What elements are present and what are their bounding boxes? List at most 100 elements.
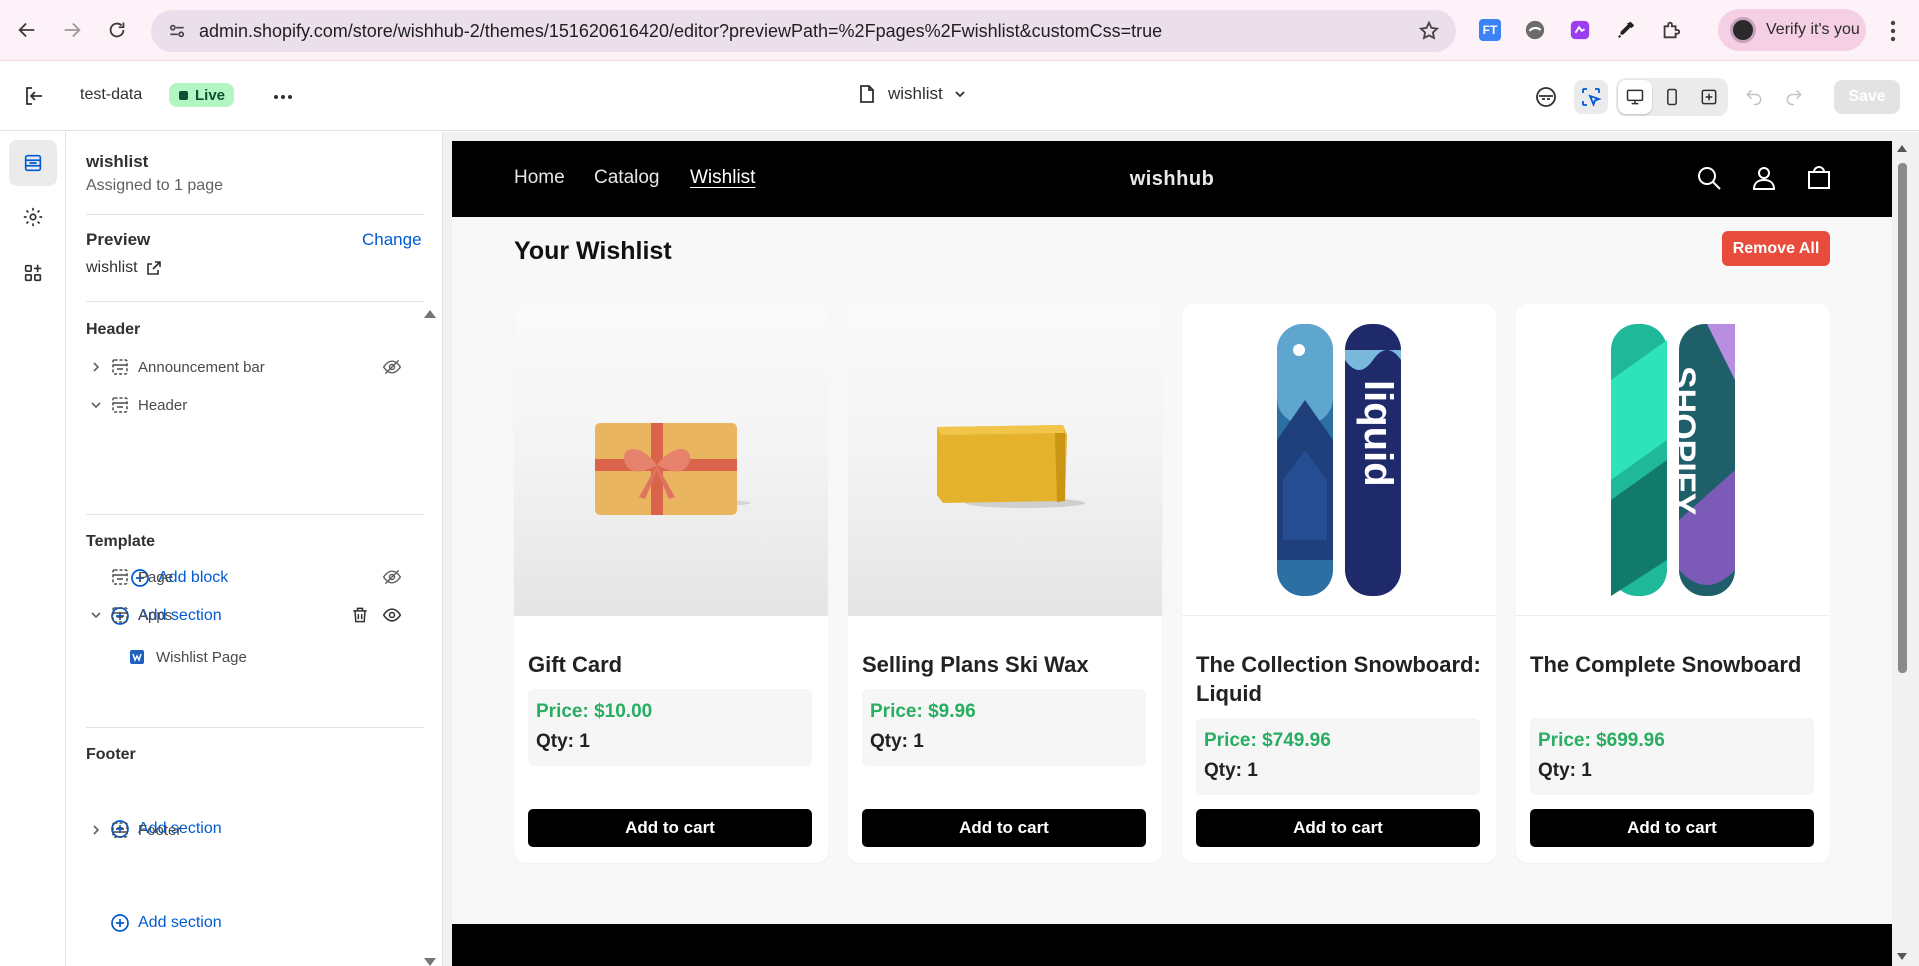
section-label: Announcement bar (138, 358, 265, 376)
editor-topbar: test-data Live wishlist Save (0, 62, 1919, 131)
sensei-icon[interactable] (1529, 80, 1563, 114)
address-bar[interactable]: admin.shopify.com/store/wishhub-2/themes… (151, 10, 1456, 52)
cart-icon[interactable] (1804, 163, 1834, 193)
section-icon (110, 605, 130, 625)
search-icon[interactable] (1694, 163, 1724, 193)
page-icon (860, 85, 874, 103)
price-box: Price: $9.96 Qty: 1 (862, 689, 1146, 766)
account-icon[interactable] (1749, 163, 1779, 193)
section-footer[interactable]: Footer (86, 815, 424, 845)
add-to-cart-button[interactable]: Add to cart (862, 809, 1146, 847)
app-embeds-icon[interactable] (9, 250, 57, 296)
trash-icon[interactable] (350, 605, 370, 625)
url-text[interactable]: admin.shopify.com/store/wishhub-2/themes… (199, 21, 1162, 42)
product-image[interactable]: liquid (1182, 304, 1496, 616)
exit-editor-icon[interactable] (22, 84, 48, 110)
inspector-icon[interactable] (1574, 80, 1608, 114)
add-section-button[interactable]: Add section (110, 913, 222, 933)
product-image[interactable]: SHOPIFY (1516, 304, 1830, 616)
remove-all-button[interactable]: Remove All (1722, 231, 1830, 266)
price-box: Price: $749.96 Qty: 1 (1196, 718, 1480, 795)
hidden-eye-icon[interactable] (382, 357, 402, 377)
profile-verify-label: Verify it's you (1766, 21, 1860, 38)
theme-settings-gear-icon[interactable] (9, 194, 57, 240)
mobile-view-icon[interactable] (1655, 80, 1689, 114)
undo-icon[interactable] (1737, 80, 1771, 114)
redo-icon[interactable] (1777, 80, 1811, 114)
divider (86, 514, 424, 515)
theme-preview: Home Catalog Wishlist wishhub Your Wishl… (443, 132, 1919, 966)
sidebar-scroll-up[interactable] (424, 310, 436, 318)
browser-menu-icon[interactable] (1882, 17, 1904, 45)
forward-arrow-icon[interactable] (58, 16, 86, 44)
divider (86, 214, 424, 215)
section-header[interactable]: Header (86, 390, 424, 420)
scroll-down-arrow[interactable] (1897, 953, 1907, 960)
sidebar-scroll-down[interactable] (424, 958, 436, 966)
product-price: Price: $9.96 (870, 701, 976, 722)
store-footer (452, 924, 1892, 966)
product-name[interactable]: The Complete Snowboard (1530, 650, 1820, 679)
wishlist-card: Selling Plans Ski Wax Price: $9.96 Qty: … (848, 304, 1162, 863)
template-picker[interactable]: wishlist (858, 84, 967, 104)
section-announcement-bar[interactable]: Announcement bar (86, 352, 424, 382)
site-info-icon[interactable] (165, 19, 189, 43)
circle-extension-icon[interactable] (1522, 17, 1548, 43)
product-name[interactable]: Selling Plans Ski Wax (862, 650, 1152, 679)
section-label: Footer (138, 821, 182, 839)
scroll-up-arrow[interactable] (1897, 145, 1907, 152)
section-apps[interactable]: Apps (86, 600, 424, 630)
store-logo[interactable]: wishhub (452, 168, 1892, 191)
chevron-down-icon[interactable] (86, 605, 106, 625)
product-price: Price: $10.00 (536, 701, 653, 722)
reload-icon[interactable] (103, 16, 131, 44)
preview-scrollbar[interactable] (1894, 141, 1910, 966)
more-actions-icon[interactable] (270, 84, 296, 110)
save-button[interactable]: Save (1834, 80, 1900, 114)
chevron-down-icon (955, 91, 965, 98)
assigned-pages: Assigned to 1 page (86, 177, 223, 194)
wishlist-card: liquid The Collection Snowboard: Liquid … (1182, 304, 1496, 863)
purple-extension-icon[interactable] (1567, 17, 1593, 43)
product-image[interactable] (848, 304, 1162, 616)
section-page[interactable]: Page (86, 562, 424, 592)
section-icon (110, 395, 130, 415)
change-preview-link[interactable]: Change (362, 230, 422, 250)
product-name[interactable]: The Collection Snowboard: Liquid (1196, 650, 1486, 708)
divider (86, 301, 424, 302)
add-to-cart-button[interactable]: Add to cart (528, 809, 812, 847)
sections-icon[interactable] (9, 140, 57, 186)
storefront-preview[interactable]: Home Catalog Wishlist wishhub Your Wishl… (452, 141, 1892, 966)
board-lettering: SHOPIFY (1664, 366, 1702, 516)
preview-page-link[interactable]: wishlist (86, 259, 162, 277)
price-box: Price: $10.00 Qty: 1 (528, 689, 812, 766)
hidden-eye-icon[interactable] (382, 567, 402, 587)
add-section-label: Add section (138, 914, 222, 931)
add-to-cart-button[interactable]: Add to cart (1196, 809, 1480, 847)
scrollbar-thumb[interactable] (1898, 163, 1907, 673)
product-qty: Qty: 1 (870, 731, 924, 752)
product-name[interactable]: Gift Card (528, 650, 818, 679)
back-arrow-icon[interactable] (13, 16, 41, 44)
puzzle-extension-icon[interactable] (1658, 17, 1684, 43)
profile-verify-button[interactable]: Verify it's you (1718, 9, 1866, 51)
viewport-toggle-group (1616, 78, 1728, 116)
product-price: Price: $749.96 (1204, 730, 1331, 751)
desktop-view-icon[interactable] (1618, 80, 1652, 114)
product-image[interactable] (514, 304, 828, 616)
chevron-down-icon[interactable] (86, 395, 106, 415)
block-wishlist-page[interactable]: Wishlist Page (130, 642, 424, 672)
chevron-right-icon[interactable] (86, 820, 106, 840)
add-to-cart-button[interactable]: Add to cart (1530, 809, 1814, 847)
chevron-right-icon[interactable] (86, 357, 106, 377)
bookmark-star-icon[interactable] (1418, 20, 1440, 42)
eyedropper-extension-icon[interactable] (1613, 17, 1639, 43)
section-label: Apps (138, 606, 173, 624)
store-header: Home Catalog Wishlist wishhub (452, 141, 1892, 217)
section-label: Header (138, 396, 188, 414)
fullscreen-view-icon[interactable] (1692, 80, 1726, 114)
visible-eye-icon[interactable] (382, 605, 402, 625)
product-qty: Qty: 1 (1538, 760, 1592, 781)
ft-extension-icon[interactable]: FT (1477, 17, 1503, 43)
